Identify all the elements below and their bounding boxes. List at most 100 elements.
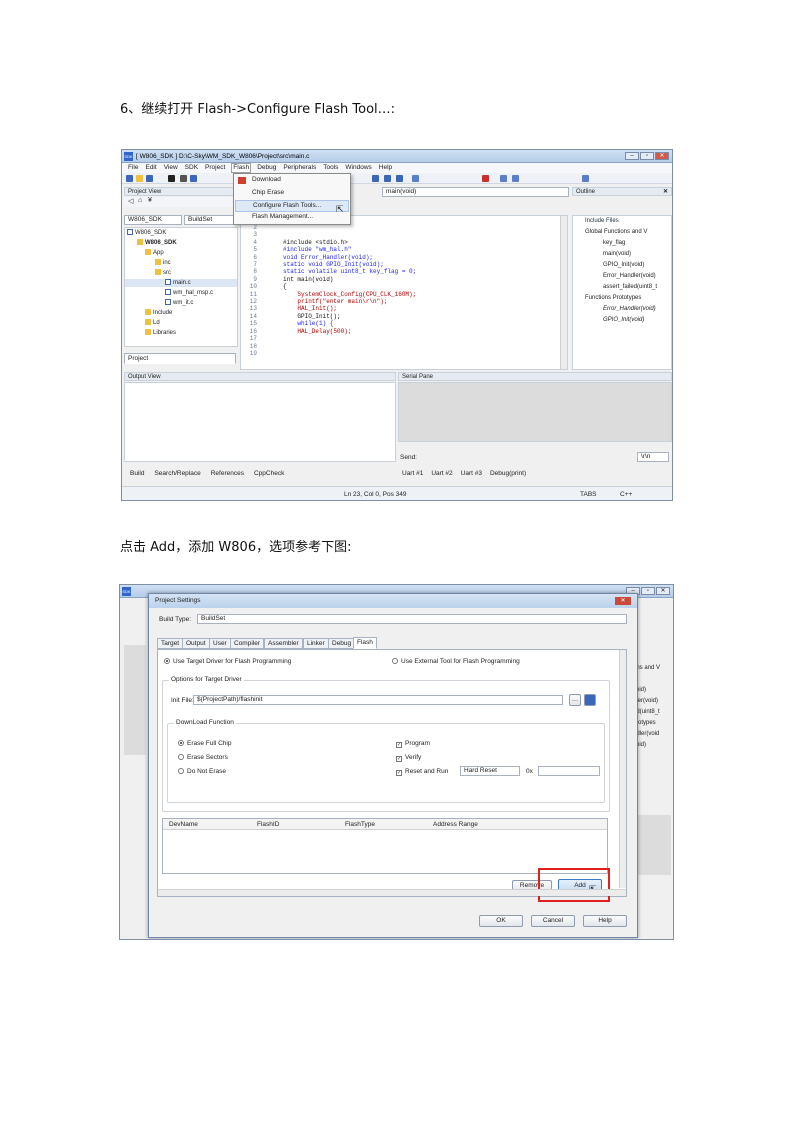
filter-icon[interactable]: ¥	[148, 197, 152, 204]
locate-icon[interactable]: ◁	[128, 197, 133, 205]
outline-error-handler[interactable]: Error_Handler(void)	[603, 272, 656, 280]
init-file-input[interactable]: $(ProjectPath)/flashinit	[193, 695, 563, 705]
outline-global-functions[interactable]: Global Functions and V	[585, 228, 647, 236]
tree-msp-c[interactable]: wm_hal_msp.c	[165, 289, 213, 297]
new-file-icon[interactable]	[126, 175, 133, 182]
cut-icon[interactable]	[180, 175, 187, 182]
outline-proto-gpio[interactable]: GPIO_Init(void)	[603, 316, 644, 324]
tab-target[interactable]: Target	[157, 638, 184, 649]
panel-hscrollbar[interactable]	[158, 889, 626, 896]
outline-prototypes[interactable]: Functions Prototypes	[585, 294, 641, 302]
check-program[interactable]: ✓ Program	[396, 740, 430, 748]
menu-item-configure-flash-tools[interactable]: Configure Flash Tools...	[235, 200, 349, 212]
ok-button[interactable]: OK	[479, 915, 523, 927]
tree-root[interactable]: W806_SDK	[127, 229, 166, 237]
tab-debug-print[interactable]: Debug(print)	[490, 468, 526, 480]
menu-peripherals[interactable]: Peripherals	[282, 163, 317, 173]
zoom-in-icon[interactable]	[500, 175, 507, 182]
tree-ld[interactable]: Ld	[145, 319, 160, 327]
stop-icon[interactable]	[482, 175, 489, 182]
menu-file[interactable]: File	[127, 163, 139, 173]
outline-close-icon[interactable]: ✕	[663, 188, 668, 196]
copy-icon[interactable]	[190, 175, 197, 182]
tab-user[interactable]: User	[209, 638, 231, 649]
tree-src[interactable]: src	[155, 269, 171, 277]
tab-uart3[interactable]: Uart #3	[461, 468, 482, 480]
tab-search-replace[interactable]: Search/Replace	[154, 468, 200, 480]
menu-help[interactable]: Help	[378, 163, 393, 173]
save-icon[interactable]	[146, 175, 153, 182]
function-combo[interactable]: main(void)	[382, 187, 569, 197]
tab-uart2[interactable]: Uart #2	[431, 468, 452, 480]
serial-pane[interactable]	[398, 382, 672, 442]
menu-edit[interactable]: Edit	[144, 163, 157, 173]
tree-main-c[interactable]: main.c	[125, 279, 237, 287]
download-icon[interactable]	[396, 175, 403, 182]
build-combo[interactable]: BuildSet	[184, 215, 236, 225]
rebuild-icon[interactable]	[384, 175, 391, 182]
maximize-icon[interactable]: ▫	[640, 152, 654, 160]
bookmark-icon[interactable]	[582, 175, 589, 182]
outline-include-files[interactable]: Include Files	[585, 217, 619, 225]
panel-scrollbar[interactable]	[619, 650, 626, 888]
tab-flash[interactable]: Flash	[353, 637, 377, 649]
radio-erase-full-chip[interactable]: Erase Full Chip	[178, 740, 231, 747]
dialog-close-icon[interactable]: ✕	[615, 597, 631, 605]
outline-gpio-init[interactable]: GPIO_Init(void)	[603, 261, 644, 269]
editor-scrollbar[interactable]	[560, 216, 567, 369]
zoom-out-icon[interactable]	[512, 175, 519, 182]
tree-inc[interactable]: inc	[155, 259, 171, 267]
eol-select[interactable]: \r\n	[637, 452, 669, 462]
tab-uart1[interactable]: Uart #1	[402, 468, 423, 480]
close-file-icon[interactable]	[168, 175, 175, 182]
radio-external-tool[interactable]: Use External Tool for Flash Programming	[392, 658, 520, 665]
code-editor[interactable]: 2 3 4 5 6 7 8 9 10 11 12 13 14 15 16 17 18 19 #include <s…	[240, 215, 568, 370]
help-button[interactable]: Help	[583, 915, 627, 927]
radio-erase-sectors[interactable]: Erase Sectors	[178, 754, 228, 761]
build-icon[interactable]	[372, 175, 379, 182]
radio-do-not-erase[interactable]: Do Not Erase	[178, 768, 226, 775]
tab-project[interactable]: Project	[124, 353, 236, 364]
outline-main[interactable]: main(void)	[603, 250, 631, 258]
menu-debug[interactable]: Debug	[256, 163, 277, 173]
tab-build[interactable]: Build	[130, 468, 144, 480]
tree-project[interactable]: W806_SDK	[137, 239, 177, 247]
menu-item-download[interactable]: Download	[252, 175, 281, 185]
cancel-button[interactable]: Cancel	[531, 915, 575, 927]
menu-tools[interactable]: Tools	[322, 163, 339, 173]
tree-include[interactable]: Include	[145, 309, 172, 317]
outline-proto-error[interactable]: Error_Handler(void)	[603, 305, 656, 313]
menu-item-flash-management[interactable]: Flash Management...	[252, 212, 313, 222]
browse-button[interactable]: …	[569, 694, 581, 706]
outline-key-flag[interactable]: key_flag	[603, 239, 625, 247]
edit-file-button[interactable]	[584, 694, 596, 706]
address-input[interactable]	[538, 766, 600, 776]
build-type-select[interactable]: BuildSet	[197, 614, 627, 624]
tab-debug[interactable]: Debug	[328, 638, 356, 649]
tab-compiler[interactable]: Compiler	[230, 638, 265, 649]
tab-cppcheck[interactable]: CppCheck	[254, 468, 284, 480]
tree-it-c[interactable]: wm_it.c	[165, 299, 193, 307]
project-combo[interactable]: W806_SDK	[124, 215, 182, 225]
menu-sdk[interactable]: SDK	[184, 163, 199, 173]
check-verify[interactable]: ✓ Verify	[396, 754, 421, 762]
tab-linker[interactable]: Linker	[303, 638, 329, 649]
check-reset-and-run[interactable]: ✓ Reset and Run	[396, 768, 448, 776]
menu-windows[interactable]: Windows	[344, 163, 372, 173]
reset-type-select[interactable]: Hard Reset	[460, 766, 520, 776]
menu-project[interactable]: Project	[204, 163, 226, 173]
tab-output[interactable]: Output	[182, 638, 210, 649]
menu-flash[interactable]: Flash	[231, 163, 252, 173]
tree-libraries[interactable]: Libraries	[145, 329, 176, 337]
menu-view[interactable]: View	[163, 163, 179, 173]
close-icon[interactable]: ✕	[655, 152, 669, 160]
debug-icon[interactable]	[412, 175, 419, 182]
tab-assembler[interactable]: Assembler	[264, 638, 303, 649]
menu-item-chip-erase[interactable]: Chip Erase	[252, 188, 284, 198]
tab-references[interactable]: References	[211, 468, 244, 480]
minimize-icon[interactable]: –	[625, 152, 639, 160]
radio-target-driver[interactable]: Use Target Driver for Flash Programming	[164, 658, 291, 665]
open-folder-icon[interactable]	[136, 175, 143, 182]
tree-app[interactable]: App	[145, 249, 164, 257]
outline-assert-failed[interactable]: assert_failed(uint8_t	[603, 283, 657, 291]
